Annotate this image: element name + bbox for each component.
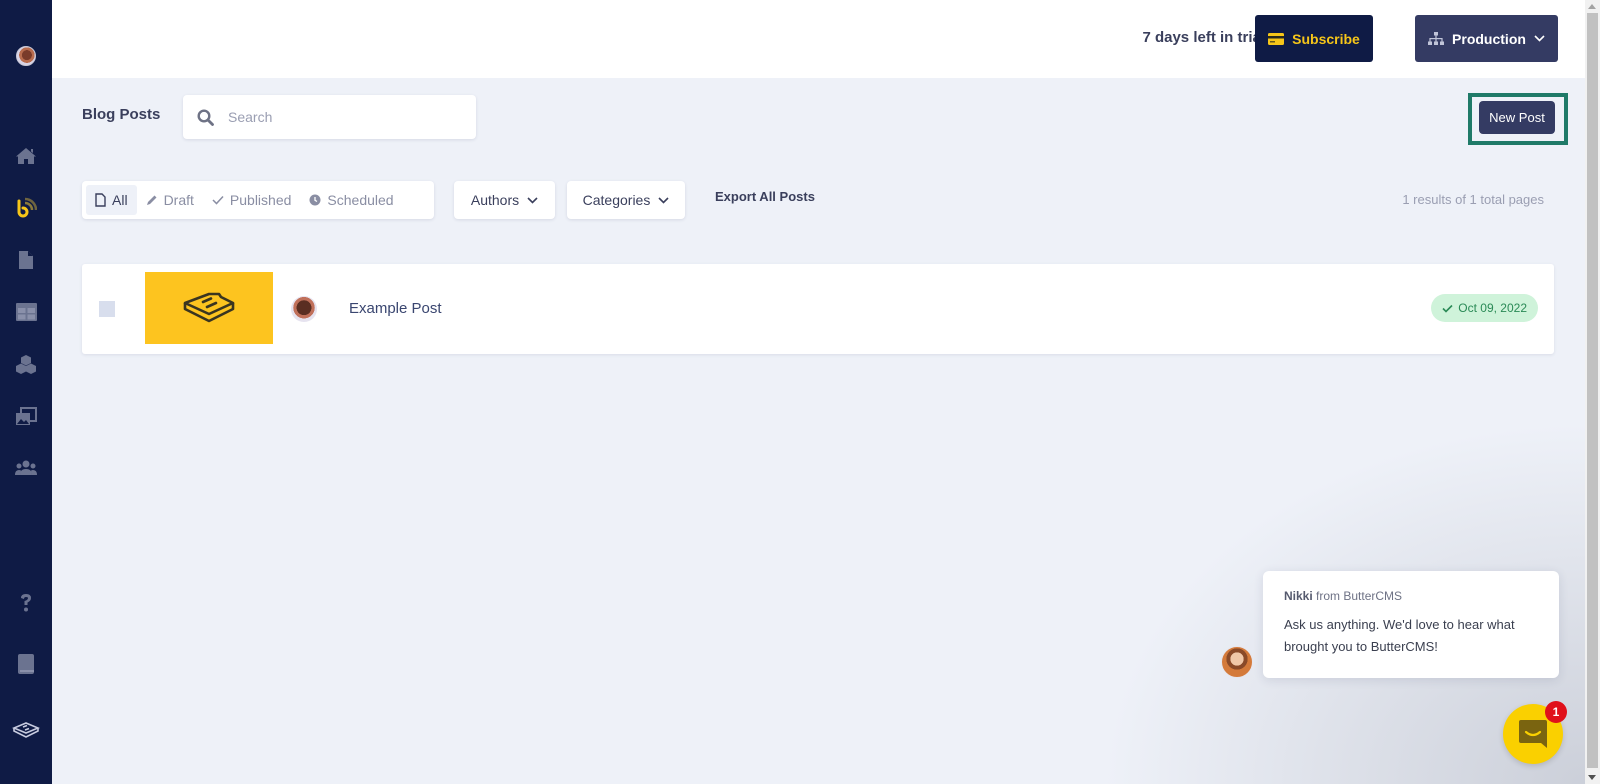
tab-published-label: Published xyxy=(229,192,292,208)
sidebar-item-media[interactable] xyxy=(0,398,52,434)
sidebar-item-docs[interactable] xyxy=(0,646,52,682)
users-icon xyxy=(15,460,37,475)
sidebar-item-help[interactable] xyxy=(0,585,52,621)
chat-icon xyxy=(1519,720,1547,748)
top-bar: 7 days left in trial Subscribe Productio… xyxy=(52,0,1585,78)
pencil-icon xyxy=(146,195,157,205)
clock-icon xyxy=(309,194,321,206)
tab-draft[interactable]: Draft xyxy=(137,185,203,215)
check-icon xyxy=(212,195,224,205)
environment-dropdown[interactable]: Production xyxy=(1415,15,1558,62)
page-icon xyxy=(19,251,33,269)
environment-label: Production xyxy=(1452,30,1526,47)
media-icon xyxy=(16,406,37,425)
chat-agent-name: Nikki xyxy=(1284,589,1313,603)
post-thumbnail xyxy=(145,272,273,344)
user-avatar xyxy=(16,46,36,66)
chat-from-text: from ButterCMS xyxy=(1312,589,1403,603)
sidebar-item-buttercms[interactable] xyxy=(0,712,52,748)
status-badge: Oct 09, 2022 xyxy=(1431,294,1538,322)
unread-count-badge: 1 xyxy=(1545,701,1567,723)
sidebar-item-users[interactable] xyxy=(0,450,52,486)
scroll-up-arrow[interactable] xyxy=(1588,4,1596,9)
file-icon xyxy=(95,193,106,207)
scroll-thumb[interactable] xyxy=(1587,13,1598,768)
butter-logo-icon xyxy=(12,722,40,738)
search-icon xyxy=(197,108,214,126)
sidebar-item-pages[interactable] xyxy=(0,242,52,278)
tab-all-label: All xyxy=(112,192,128,208)
cubes-icon xyxy=(16,355,36,374)
tab-scheduled[interactable]: Scheduled xyxy=(300,185,402,215)
blog-icon xyxy=(17,197,37,218)
chevron-down-icon xyxy=(658,196,669,204)
status-filter-tabs: All Draft Published Scheduled xyxy=(82,181,434,219)
home-icon xyxy=(16,148,36,164)
categories-dropdown[interactable]: Categories xyxy=(567,181,685,219)
post-title[interactable]: Example Post xyxy=(349,300,442,317)
chat-message-text: Ask us anything. We'd love to hear what … xyxy=(1284,617,1515,654)
export-all-posts-link[interactable]: Export All Posts xyxy=(715,189,815,204)
chat-agent-avatar xyxy=(1221,646,1253,678)
sidebar-item-blog[interactable] xyxy=(0,190,52,226)
page-scrollbar[interactable] xyxy=(1585,0,1600,784)
tab-published[interactable]: Published xyxy=(203,185,301,215)
check-icon xyxy=(1442,304,1453,313)
author-avatar xyxy=(291,296,317,322)
sidebar xyxy=(0,0,52,784)
chevron-down-icon xyxy=(527,196,538,204)
search-box xyxy=(183,95,476,139)
trial-status: 7 days left in trial xyxy=(1142,29,1265,46)
tab-all[interactable]: All xyxy=(86,185,137,215)
authors-label: Authors xyxy=(470,192,520,208)
post-row[interactable]: Example Post Oct 09, 2022 xyxy=(82,264,1554,354)
chat-message-bubble[interactable]: Nikki from ButterCMS Ask us anything. We… xyxy=(1263,571,1559,678)
authors-dropdown[interactable]: Authors xyxy=(454,181,555,219)
credit-card-icon xyxy=(1268,32,1285,45)
chat-sender: Nikki from ButterCMS xyxy=(1284,589,1538,603)
butter-logo-icon xyxy=(183,292,235,323)
results-count: 1 results of 1 total pages xyxy=(1402,192,1544,207)
sidebar-item-components[interactable] xyxy=(0,346,52,382)
chevron-down-icon xyxy=(1534,35,1545,42)
tab-draft-label: Draft xyxy=(163,192,194,208)
question-icon xyxy=(21,594,31,612)
search-input[interactable] xyxy=(228,109,458,125)
sitemap-icon xyxy=(1428,31,1445,45)
scroll-down-arrow[interactable] xyxy=(1588,775,1596,780)
page-title: Blog Posts xyxy=(82,106,161,123)
user-avatar-button[interactable] xyxy=(0,38,52,74)
subscribe-label: Subscribe xyxy=(1292,30,1360,47)
new-post-button[interactable]: New Post xyxy=(1479,101,1555,134)
categories-label: Categories xyxy=(582,192,651,208)
subscribe-button[interactable]: Subscribe xyxy=(1255,15,1373,62)
book-icon xyxy=(18,654,34,674)
tab-scheduled-label: Scheduled xyxy=(327,192,394,208)
post-select-checkbox[interactable] xyxy=(99,301,115,317)
post-date: Oct 09, 2022 xyxy=(1458,301,1527,315)
sidebar-item-collections[interactable] xyxy=(0,294,52,330)
sidebar-item-home[interactable] xyxy=(0,138,52,174)
table-icon xyxy=(15,303,37,321)
